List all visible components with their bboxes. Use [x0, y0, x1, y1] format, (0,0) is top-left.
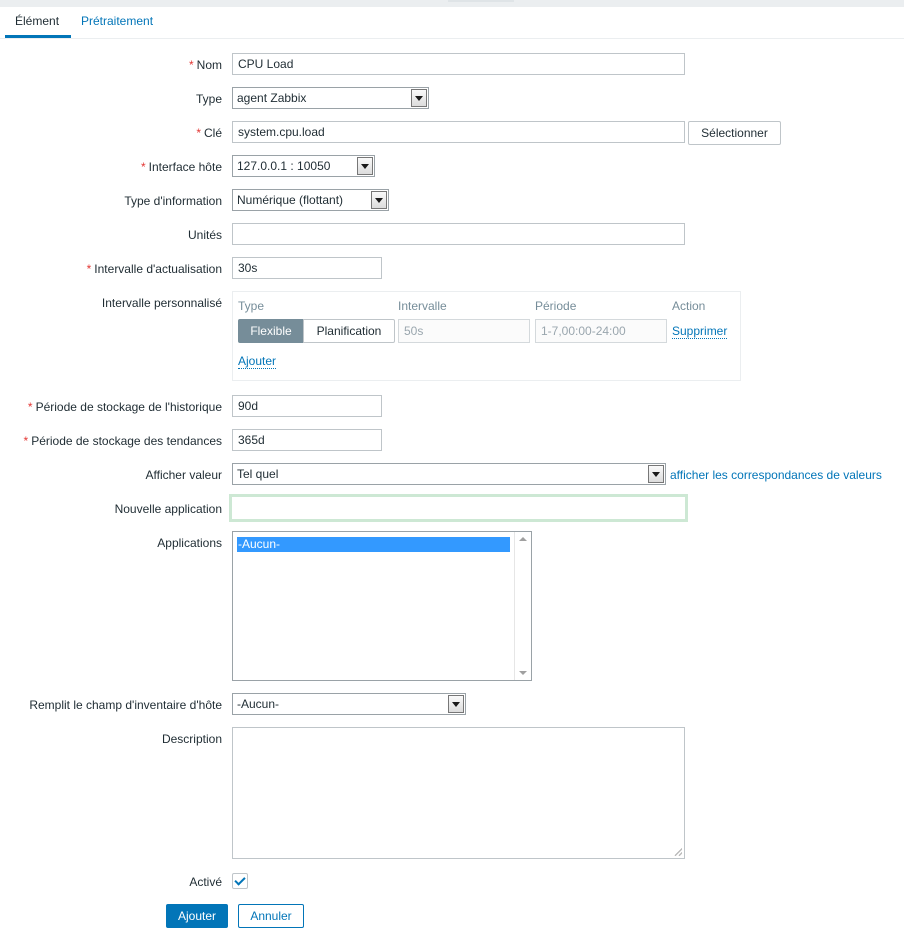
custom-interval-input[interactable]: 50s	[398, 319, 530, 343]
listbox-scrollbar[interactable]	[514, 532, 531, 680]
applications-label: Applications	[157, 536, 222, 550]
value-mappings-link[interactable]: afficher les correspondances de valeurs	[670, 468, 882, 482]
units-label: Unités	[187, 228, 222, 242]
column-header-period: Période	[535, 299, 577, 313]
host-interface-label: * Interface hôte	[140, 160, 222, 174]
custom-intervals-label: Intervalle personnalisé	[101, 296, 222, 310]
column-header-action: Action	[672, 299, 706, 313]
trends-input[interactable]: 365d	[232, 429, 382, 451]
info-type-select[interactable]: Numérique (flottant)	[232, 189, 389, 211]
key-label: * Clé	[196, 126, 222, 140]
list-item[interactable]: -Aucun-	[237, 537, 510, 552]
chevron-down-icon[interactable]	[371, 191, 387, 209]
description-textarea[interactable]	[232, 727, 685, 859]
history-input[interactable]: 90d	[232, 395, 382, 417]
column-header-interval: Intervalle	[398, 299, 447, 313]
resize-grip-icon[interactable]	[674, 848, 682, 856]
type-select[interactable]: agent Zabbix	[232, 87, 429, 109]
trends-label: * Période de stockage des tendances	[23, 434, 222, 448]
top-strip	[0, 0, 904, 7]
host-interface-select[interactable]: 127.0.0.1 : 10050	[232, 155, 375, 177]
inventory-select[interactable]: -Aucun-	[232, 693, 466, 715]
scheduling-toggle[interactable]: Planification	[303, 319, 395, 343]
add-button[interactable]: Ajouter	[166, 904, 228, 928]
update-interval-input[interactable]: 30s	[232, 257, 382, 279]
custom-intervals-table: Type Intervalle Période Action Flexible …	[232, 291, 741, 381]
show-value-select[interactable]: Tel quel	[232, 463, 666, 485]
type-label: Type	[195, 92, 222, 106]
description-label: Description	[161, 732, 222, 746]
remove-interval-link[interactable]: Supprimer	[672, 324, 728, 339]
inventory-label: Remplit le champ d'inventaire d'hôte	[29, 698, 222, 712]
tab-preprocessing[interactable]: Prétraitement	[81, 14, 153, 28]
tab-bar: Élément Prétraitement	[0, 7, 904, 39]
history-label: * Période de stockage de l'historique	[27, 400, 222, 414]
new-application-input[interactable]	[229, 494, 688, 522]
show-value-label: Afficher valeur	[145, 468, 222, 482]
select-key-button[interactable]: Sélectionner	[688, 121, 781, 145]
chevron-down-icon[interactable]	[448, 695, 464, 713]
enabled-label: Activé	[189, 875, 222, 889]
custom-period-input[interactable]: 1-7,00:00-24:00	[535, 319, 667, 343]
update-interval-label: * Intervalle d'actualisation	[86, 262, 222, 276]
scroll-down-icon[interactable]	[519, 671, 527, 675]
column-header-type: Type	[238, 299, 265, 313]
add-interval-link[interactable]: Ajouter	[238, 354, 277, 369]
key-input[interactable]: system.cpu.load	[232, 121, 685, 143]
enabled-checkbox[interactable]	[232, 873, 248, 889]
new-application-label: Nouvelle application	[114, 502, 222, 516]
name-input[interactable]: CPU Load	[232, 53, 685, 75]
flexible-toggle[interactable]: Flexible	[238, 319, 304, 343]
tab-element[interactable]: Élément	[15, 14, 59, 28]
info-type-label: Type d'information	[124, 194, 222, 208]
chevron-down-icon[interactable]	[357, 157, 373, 175]
chevron-down-icon[interactable]	[648, 465, 664, 483]
applications-listbox[interactable]: -Aucun-	[232, 531, 532, 681]
chevron-down-icon[interactable]	[411, 89, 427, 107]
units-input[interactable]	[232, 223, 685, 245]
active-tab-indicator	[5, 35, 71, 38]
cancel-button[interactable]: Annuler	[238, 904, 304, 928]
top-strip-handle	[448, 0, 514, 2]
name-label: * Nom	[188, 58, 222, 72]
scroll-up-icon[interactable]	[519, 537, 527, 541]
